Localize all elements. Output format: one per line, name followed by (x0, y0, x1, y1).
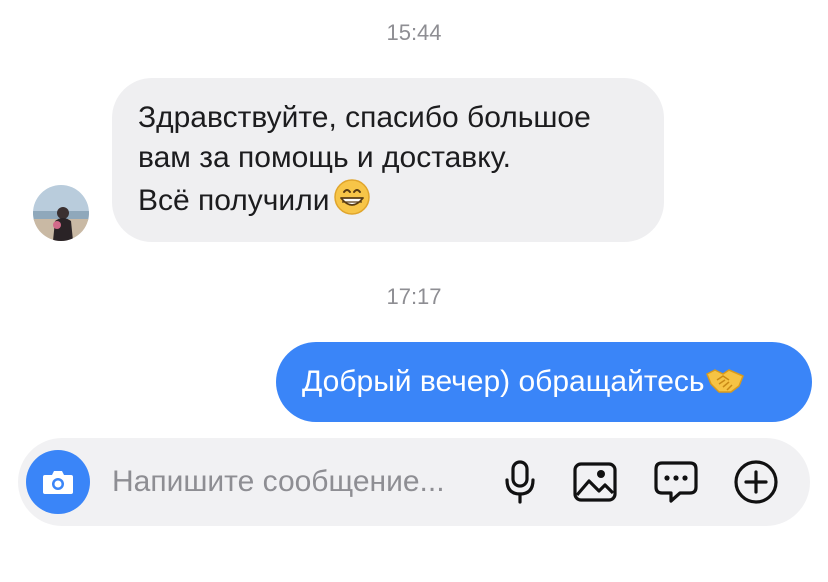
avatar[interactable] (33, 185, 89, 241)
message-text: Добрый вечер) обращайтесь (302, 365, 705, 398)
voice-message-button[interactable] (496, 458, 544, 506)
timestamp: 17:17 (386, 284, 442, 309)
grinning-face-emoji-icon (333, 178, 371, 227)
sticker-button[interactable] (652, 458, 700, 506)
timestamp: 15:44 (386, 20, 442, 45)
avatar-photo (33, 185, 89, 241)
message-text: Всё получили (138, 184, 330, 217)
microphone-icon (505, 460, 535, 504)
more-options-button[interactable] (732, 458, 780, 506)
message-composer (18, 438, 810, 526)
message-line: вам за помощь и доставку. (138, 141, 512, 174)
chat-thread: 15:44 Здравствуйте, спасибо большое вам … (0, 0, 828, 582)
image-icon (573, 462, 617, 502)
message-line-last: Всё получили (138, 178, 638, 227)
plus-icon (734, 460, 778, 504)
gallery-button[interactable] (571, 458, 619, 506)
incoming-message-bubble[interactable]: Здравствуйте, спасибо большое вам за пом… (112, 78, 664, 242)
handshake-emoji-icon (705, 347, 745, 427)
chat-bubble-icon (654, 461, 698, 503)
outgoing-message-bubble[interactable]: Добрый вечер) обращайтесь (276, 342, 812, 422)
camera-button[interactable] (26, 450, 90, 514)
message-input[interactable] (112, 462, 482, 502)
camera-icon (43, 471, 73, 494)
message-line: Здравствуйте, спасибо большое (138, 101, 591, 134)
